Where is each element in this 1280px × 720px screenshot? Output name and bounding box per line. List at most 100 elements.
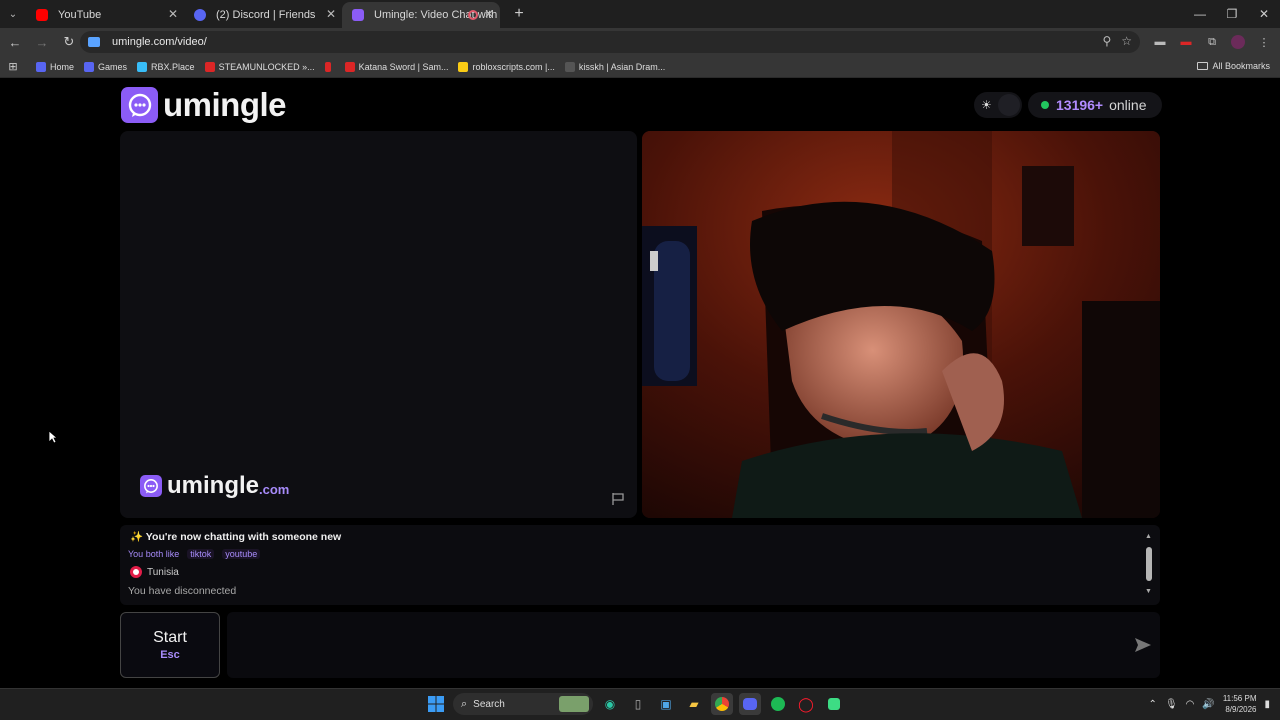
site-logo[interactable]: umingle bbox=[121, 86, 287, 124]
apps-grid-icon[interactable]: ⊞ bbox=[0, 60, 26, 73]
start-shortcut-hint: Esc bbox=[160, 649, 180, 661]
menu-kebab-icon[interactable]: ⋮ bbox=[1254, 32, 1274, 52]
search-icon: ⌕ bbox=[461, 697, 468, 710]
minimize-icon[interactable]: — bbox=[1184, 0, 1216, 28]
send-icon[interactable] bbox=[1134, 637, 1152, 653]
camera-permission-icon[interactable] bbox=[88, 37, 100, 47]
bookmarks-bar: ⊞ Home Games RBX.Place STEAMUNLOCKED »..… bbox=[0, 56, 1280, 78]
file-explorer-icon[interactable]: ▰ bbox=[683, 693, 705, 715]
bookmark-games[interactable]: Games bbox=[84, 61, 127, 72]
extensions-puzzle-icon[interactable]: ⧉ bbox=[1202, 32, 1222, 52]
online-status-dot bbox=[1041, 101, 1049, 109]
watermark-suffix: .com bbox=[259, 481, 290, 497]
bookmark-favicon-icon bbox=[324, 61, 331, 72]
bookmark-home[interactable]: Home bbox=[36, 61, 74, 72]
system-clock[interactable]: 11:56 PM 8/9/2026 bbox=[1223, 693, 1257, 715]
edge-icon[interactable]: ◉ bbox=[599, 693, 621, 715]
microphone-icon[interactable]: 🎙 bbox=[1165, 699, 1178, 710]
bookmark-favicon-icon bbox=[564, 61, 575, 72]
umingle-favicon-icon bbox=[352, 9, 364, 21]
close-tab-icon[interactable]: ✕ bbox=[484, 7, 494, 21]
bookmark-unnamed[interactable] bbox=[324, 61, 335, 72]
discord-icon[interactable] bbox=[739, 693, 761, 715]
mouse-cursor-icon bbox=[48, 430, 58, 444]
online-counter: 13196+ online bbox=[1028, 92, 1162, 118]
clock-date: 8/9/2026 bbox=[1225, 705, 1257, 714]
chat-intro-message: ✨ You're now chatting with someone new bbox=[130, 531, 342, 543]
back-icon[interactable]: ← bbox=[3, 30, 27, 54]
bookmark-favicon-icon bbox=[344, 61, 355, 72]
opera-icon[interactable]: ◯ bbox=[795, 693, 817, 715]
tab-title: (2) Discord | Friends bbox=[216, 9, 316, 21]
tab-discord[interactable]: (2) Discord | Friends ✕ bbox=[184, 2, 342, 28]
bookmark-steamunlocked[interactable]: STEAMUNLOCKED »... bbox=[204, 61, 315, 72]
bookmark-star-icon[interactable]: ☆ bbox=[1121, 34, 1132, 48]
clock-time: 11:56 PM bbox=[1222, 694, 1257, 703]
bookmark-favicon-icon bbox=[458, 61, 469, 72]
zoom-icon[interactable]: ⚲ bbox=[1102, 34, 1111, 48]
start-button[interactable]: Start Esc bbox=[120, 612, 220, 678]
reload-icon[interactable]: ↻ bbox=[57, 30, 81, 54]
bookmark-katana-sword[interactable]: Katana Sword | Sam... bbox=[344, 61, 448, 72]
forward-icon[interactable]: → bbox=[30, 30, 54, 54]
interest-tag: youtube bbox=[222, 549, 261, 559]
watermark: umingle .com bbox=[140, 472, 289, 500]
bookmark-favicon-icon bbox=[36, 61, 46, 72]
browser-tab-bar: ⌄ YouTube ✕ (2) Discord | Friends ✕ Umin… bbox=[0, 0, 1280, 28]
start-label: Start bbox=[153, 629, 187, 646]
notifications-bell-icon[interactable]: ▮ bbox=[1264, 699, 1270, 710]
message-input[interactable] bbox=[227, 612, 1160, 678]
self-camera-video bbox=[642, 131, 1160, 518]
close-tab-icon[interactable]: ✕ bbox=[168, 7, 178, 21]
tab-title: YouTube bbox=[58, 9, 102, 21]
recording-indicator-icon bbox=[468, 10, 478, 20]
sun-icon: ☀ bbox=[981, 98, 992, 112]
report-flag-icon[interactable] bbox=[611, 492, 625, 506]
stranger-country: Tunisia bbox=[130, 566, 179, 578]
windows-start-icon[interactable] bbox=[425, 693, 447, 715]
interest-tag: tiktok bbox=[187, 549, 215, 559]
close-tab-icon[interactable]: ✕ bbox=[326, 7, 336, 21]
restore-icon[interactable]: ❐ bbox=[1216, 0, 1248, 28]
tab-umingle[interactable]: Umingle: Video Chat with S ✕ bbox=[342, 2, 500, 28]
show-hidden-icons-chevron-icon[interactable]: ⌃ bbox=[1149, 699, 1157, 710]
tab-youtube[interactable]: YouTube ✕ bbox=[26, 2, 184, 28]
taskbar-search[interactable]: ⌕ Search bbox=[453, 693, 593, 715]
photos-icon[interactable]: ▣ bbox=[655, 693, 677, 715]
bookmark-rbx-place[interactable]: RBX.Place bbox=[137, 61, 195, 72]
tab-search-chevron-icon[interactable]: ⌄ bbox=[0, 0, 26, 28]
theme-toggle[interactable]: ☀ bbox=[974, 92, 1022, 118]
chat-scrollbar[interactable]: ▲ ▼ bbox=[1144, 533, 1154, 595]
window-controls: — ❐ ✕ bbox=[1184, 0, 1280, 28]
chrome-icon[interactable] bbox=[711, 693, 733, 715]
youtube-favicon-icon bbox=[36, 9, 48, 21]
profile-avatar-icon[interactable] bbox=[1228, 32, 1248, 52]
extension-icon[interactable]: ▬ bbox=[1150, 32, 1170, 52]
logo-text: umingle bbox=[163, 86, 287, 123]
discord-favicon-icon bbox=[194, 9, 206, 21]
connection-status: You have disconnected bbox=[128, 585, 237, 597]
new-tab-button[interactable]: + bbox=[508, 3, 530, 25]
extension-icon[interactable]: ▬ bbox=[1176, 32, 1196, 52]
bookmark-robloxscripts[interactable]: robloxscripts.com |... bbox=[458, 61, 555, 72]
android-app-icon[interactable] bbox=[823, 693, 845, 715]
scroll-down-arrow-icon[interactable]: ▼ bbox=[1145, 588, 1152, 595]
close-window-icon[interactable]: ✕ bbox=[1248, 0, 1280, 28]
address-bar[interactable]: umingle.com/video/ ⚲ ☆ bbox=[80, 31, 1140, 53]
umingle-page: umingle ☀ 13196+ online umingle .com ✨ Y… bbox=[0, 79, 1280, 688]
online-count: 13196+ bbox=[1056, 97, 1104, 113]
online-label: online bbox=[1109, 97, 1147, 113]
wifi-icon[interactable]: ◠ bbox=[1186, 699, 1195, 710]
watermark-text: umingle bbox=[167, 472, 260, 499]
spotify-icon[interactable] bbox=[767, 693, 789, 715]
scrollbar-thumb[interactable] bbox=[1146, 547, 1152, 581]
bookmark-kisskh[interactable]: kisskh | Asian Dram... bbox=[564, 61, 665, 72]
volume-icon[interactable]: 🔊 bbox=[1202, 699, 1214, 710]
chat-log: ✨ You're now chatting with someone new Y… bbox=[120, 525, 1160, 605]
mouse-app-icon[interactable]: ▯ bbox=[627, 693, 649, 715]
windows-taskbar: ⌕ Search ◉ ▯ ▣ ▰ ◯ ⌃ 🎙 ◠ 🔊 11:56 PM 8/9/… bbox=[0, 688, 1280, 720]
scroll-up-arrow-icon[interactable]: ▲ bbox=[1145, 533, 1152, 540]
bookmark-favicon-icon bbox=[204, 61, 215, 72]
country-name: Tunisia bbox=[147, 566, 179, 578]
all-bookmarks-button[interactable]: All Bookmarks bbox=[1197, 61, 1270, 71]
